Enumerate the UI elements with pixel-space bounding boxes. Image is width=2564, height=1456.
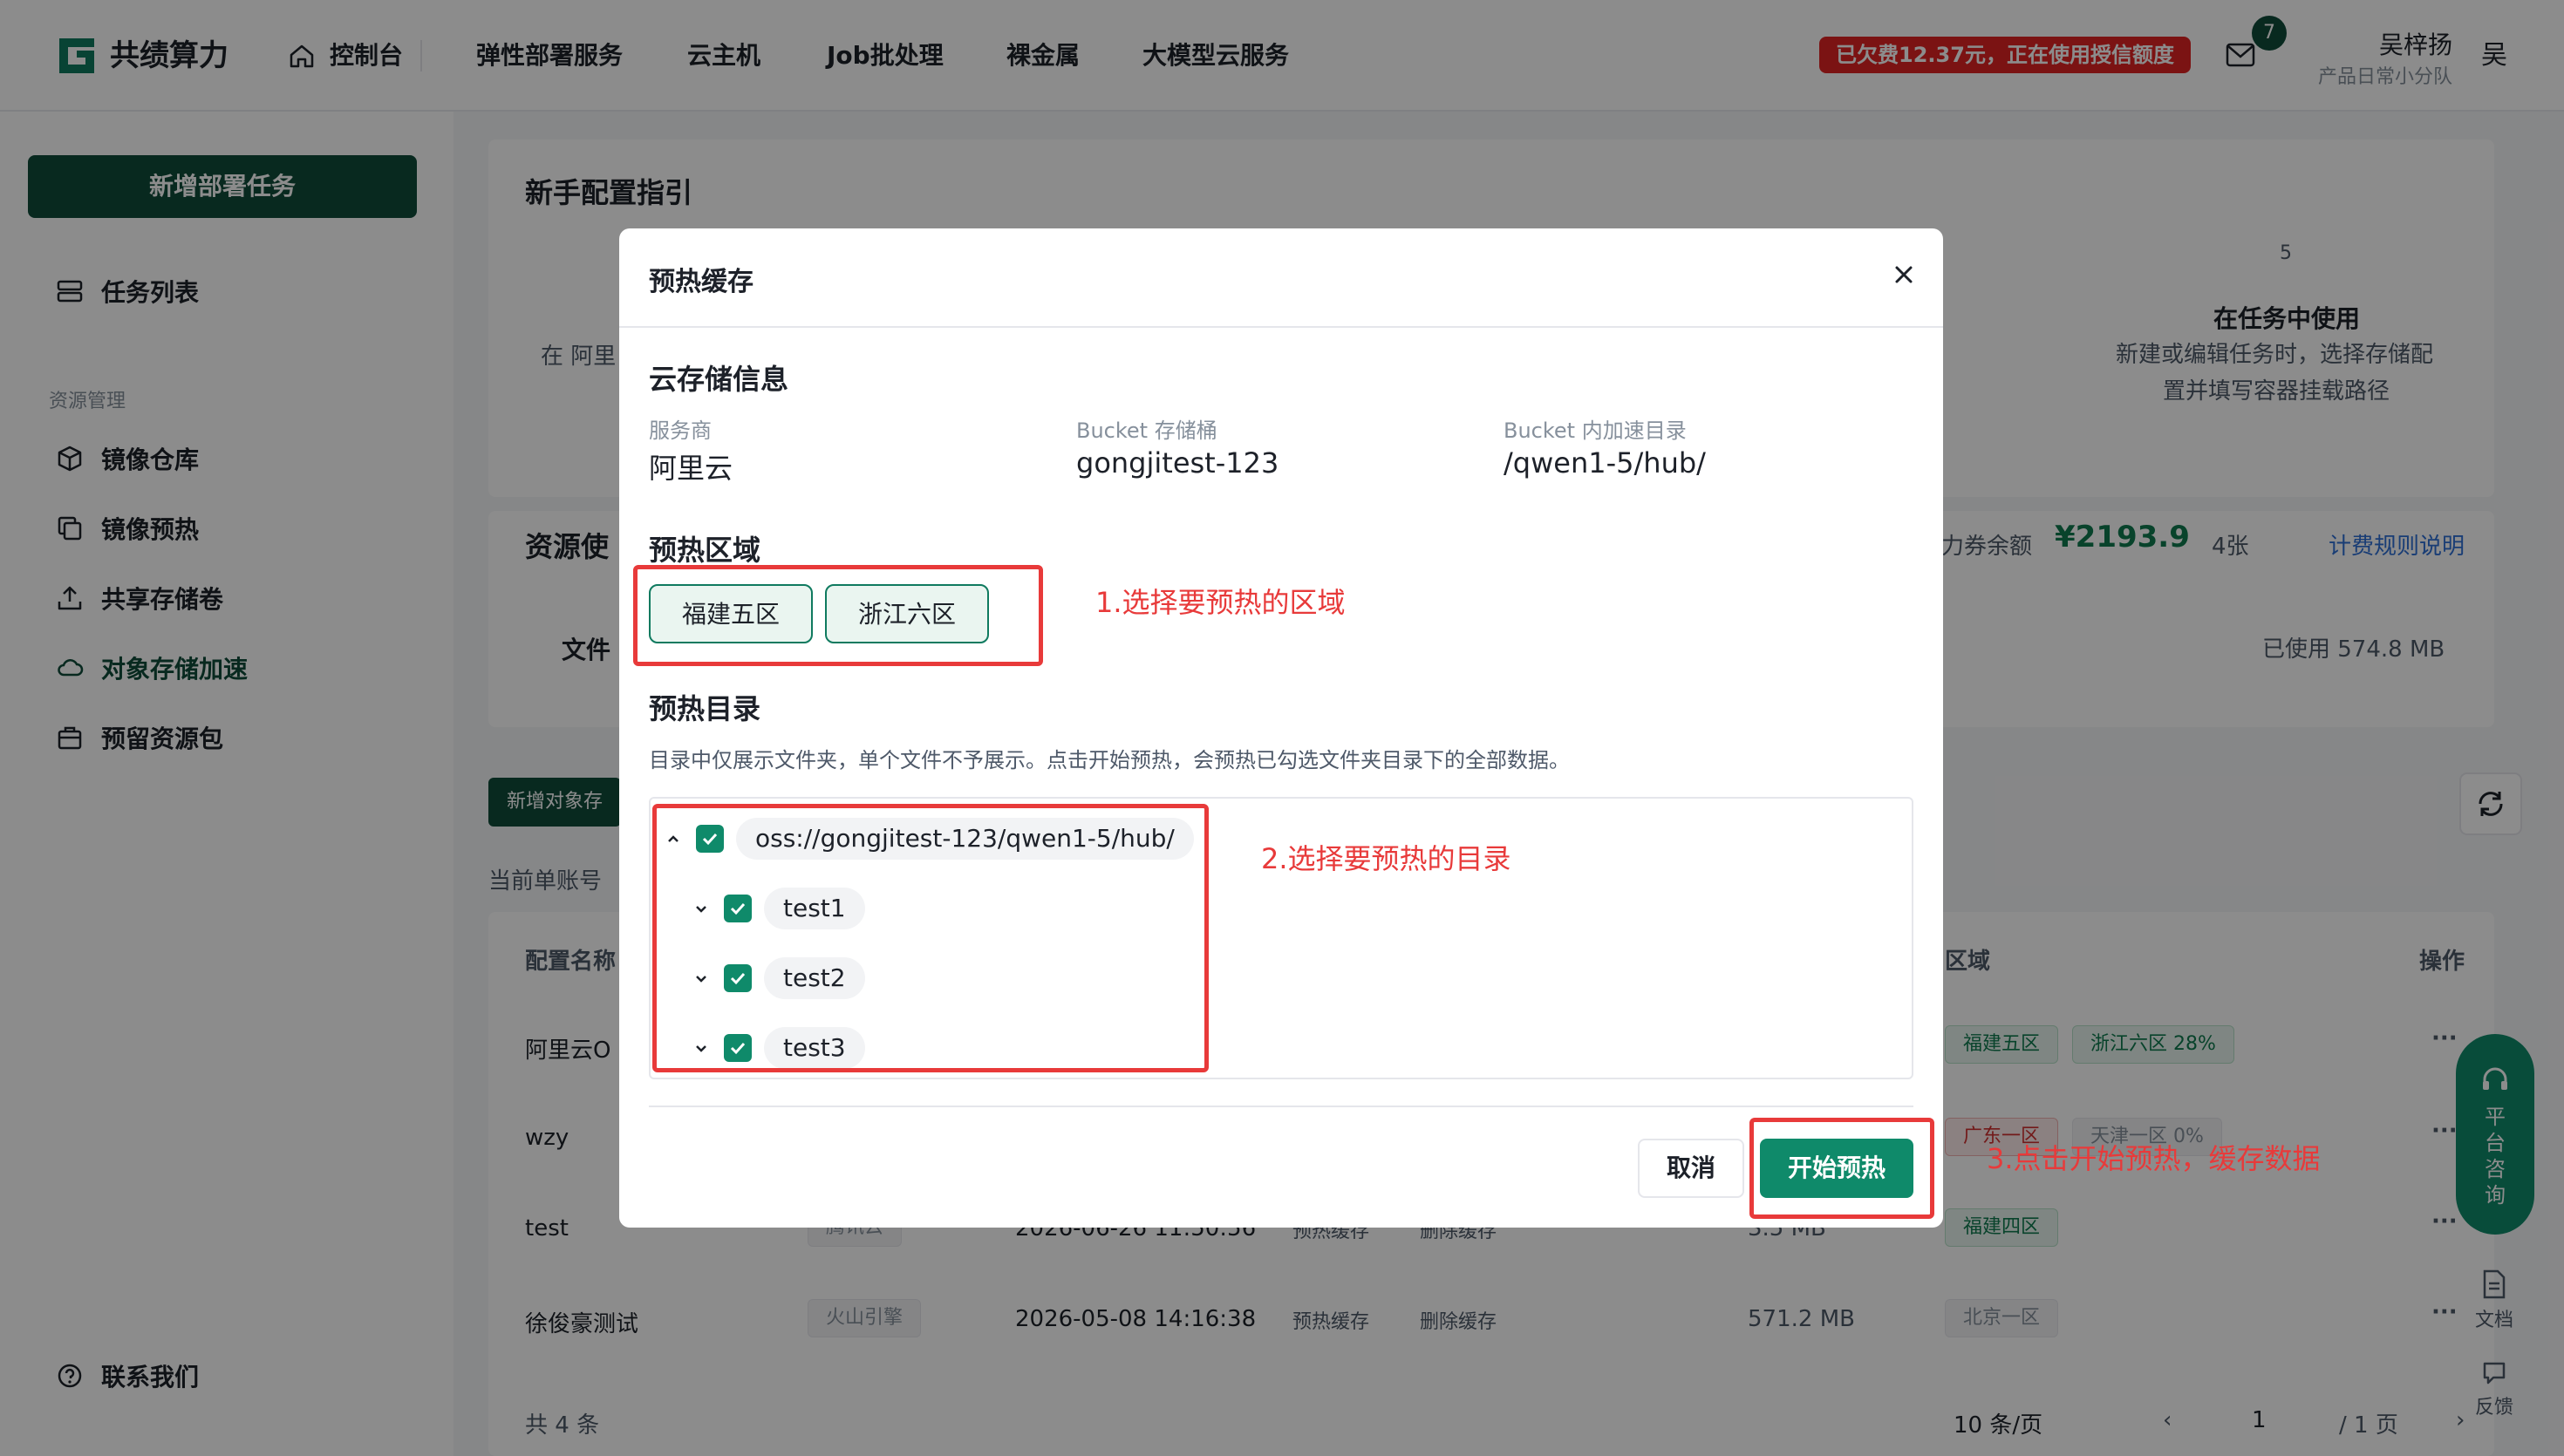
storage-info-title: 云存储信息 xyxy=(649,363,789,396)
annotation-box-region xyxy=(633,565,1043,666)
annotation-step3: 3.点击开始预热，缓存数据 xyxy=(1987,1142,2321,1175)
annotation-box-start xyxy=(1749,1118,1934,1219)
dialog-title: 预热缓存 xyxy=(649,267,754,297)
bucket-label: Bucket 存储桶 xyxy=(1076,418,1217,443)
cancel-button[interactable]: 取消 xyxy=(1638,1139,1744,1198)
accel-dir-label: Bucket 内加速目录 xyxy=(1504,418,1687,443)
annotation-box-directory xyxy=(652,804,1209,1072)
bucket-value: gongjitest-123 xyxy=(1076,446,1279,480)
preheat-dir-title: 预热目录 xyxy=(649,692,761,725)
preheat-region-title: 预热区域 xyxy=(649,534,761,567)
close-icon[interactable] xyxy=(1889,260,1919,289)
provider-label: 服务商 xyxy=(649,418,712,443)
preheat-dir-hint: 目录中仅展示文件夹，单个文件不予展示。点击开始预热，会预热已勾选文件夹目录下的全… xyxy=(649,748,1570,772)
annotation-step1: 1.选择要预热的区域 xyxy=(1095,586,1346,619)
annotation-step2: 2.选择要预热的目录 xyxy=(1261,842,1511,875)
provider-value: 阿里云 xyxy=(649,452,733,485)
preheat-cache-dialog: 预热缓存 云存储信息 服务商 阿里云 Bucket 存储桶 gongjitest… xyxy=(619,228,1943,1228)
dialog-divider xyxy=(649,1106,1913,1107)
dialog-header: 预热缓存 xyxy=(619,228,1943,328)
accel-dir-value: /qwen1-5/hub/ xyxy=(1504,446,1706,480)
